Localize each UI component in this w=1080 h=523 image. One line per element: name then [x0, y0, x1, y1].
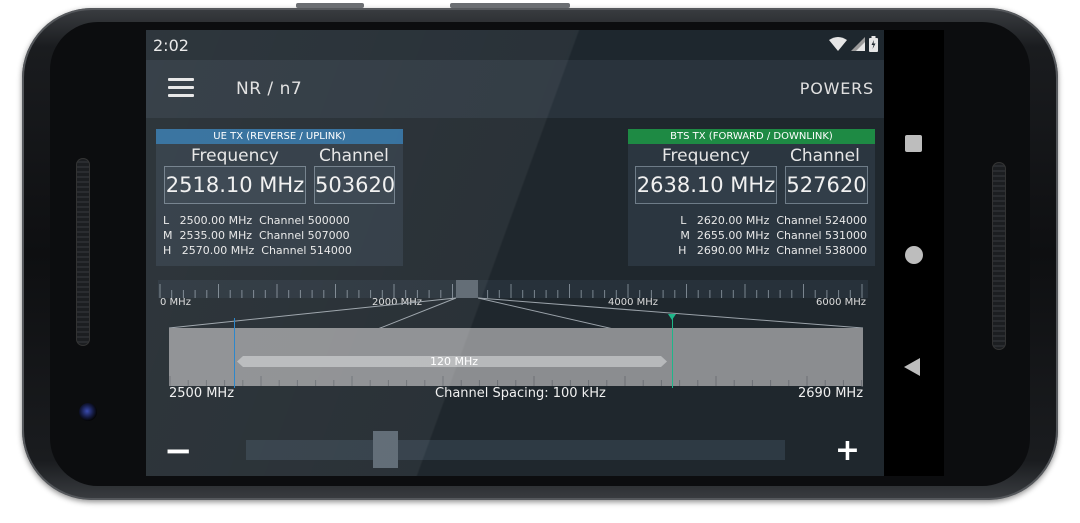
ruler-label-2000: 2000 MHz: [372, 297, 423, 308]
zoom-slider-thumb[interactable]: [373, 431, 398, 468]
status-time: 2:02: [153, 36, 189, 55]
bts-high-row: H 2690.00 MHz Channel 538000: [678, 244, 867, 257]
screen: 2:02 NR / n7 POWERS UE TX (REVERSE / UPL…: [146, 30, 944, 476]
ruler-visible-range[interactable]: [456, 280, 478, 298]
ue-mid-row: M 2535.00 MHz Channel 507000: [163, 229, 350, 242]
square-icon[interactable]: [905, 135, 922, 152]
ue-frequency-label: Frequency: [191, 146, 279, 166]
ue-column-labels: Frequency Channel: [156, 144, 403, 166]
ruler-label-6000: 6000 MHz: [816, 297, 867, 308]
zoom-in-button[interactable]: +: [835, 436, 860, 466]
bts-frequency-label: Frequency: [662, 146, 750, 166]
bts-channel-label: Channel: [790, 146, 860, 166]
ruler-label-4000: 4000 MHz: [608, 297, 659, 308]
status-icons: [829, 36, 878, 52]
bts-tx-panel: BTS TX (FORWARD / DOWNLINK) Frequency Ch…: [628, 129, 875, 266]
circle-icon[interactable]: [905, 246, 923, 264]
bts-channel-input[interactable]: 527620: [785, 166, 868, 204]
ue-low-row: L 2500.00 MHz Channel 500000: [163, 214, 350, 227]
ue-tx-header: UE TX (REVERSE / UPLINK): [156, 129, 403, 144]
menu-icon[interactable]: [168, 78, 194, 98]
volume-button: [450, 3, 570, 8]
downlink-marker-icon: [668, 314, 676, 320]
nav-bar: [884, 30, 944, 476]
status-bar: 2:02: [146, 30, 884, 60]
ue-channel-label: Channel: [319, 146, 389, 166]
ue-frequency-input[interactable]: 2518.10 MHz: [164, 166, 306, 204]
zoom-out-button[interactable]: −: [164, 434, 193, 468]
bts-mid-row: M 2655.00 MHz Channel 531000: [680, 229, 867, 242]
page-title: NR / n7: [236, 79, 303, 99]
app-bar: NR / n7 POWERS: [146, 60, 884, 118]
bts-band-limits: L 2620.00 MHz Channel 524000 M 2655.00 M…: [678, 213, 867, 258]
front-camera: [79, 403, 97, 421]
uplink-marker: [234, 318, 235, 388]
signal-icon: [851, 37, 865, 51]
zoom-left-label: 2500 MHz: [169, 386, 235, 401]
ue-high-row: H 2570.00 MHz Channel 514000: [163, 244, 352, 257]
ue-band-limits: L 2500.00 MHz Channel 500000 M 2535.00 M…: [163, 213, 352, 258]
zoom-ticks: [169, 376, 863, 386]
ue-tx-panel: UE TX (REVERSE / UPLINK) Frequency Chann…: [156, 129, 403, 266]
ruler-label-0: 0 MHz: [160, 297, 191, 308]
power-button: [296, 3, 364, 8]
wifi-icon: [829, 37, 847, 51]
ue-channel-input[interactable]: 503620: [314, 166, 395, 204]
duplex-spacing-label: 120 MHz: [430, 355, 479, 368]
downlink-marker: [672, 318, 673, 388]
bts-low-row: L 2620.00 MHz Channel 524000: [680, 214, 867, 227]
bts-column-labels: Frequency Channel: [628, 144, 875, 166]
bts-tx-header: BTS TX (FORWARD / DOWNLINK): [628, 129, 875, 144]
back-icon[interactable]: [904, 358, 920, 376]
spectrum-ruler[interactable]: 0 MHz 2000 MHz 4000 MHz 6000 MHz: [158, 280, 868, 310]
zoom-slider[interactable]: [246, 440, 785, 460]
powers-button[interactable]: POWERS: [800, 79, 874, 98]
bts-frequency-input[interactable]: 2638.10 MHz: [635, 166, 777, 204]
speaker-grille-left: [76, 158, 90, 346]
ruler-ticks: [159, 284, 863, 298]
battery-icon: [869, 36, 878, 52]
zoom-right-label: 2690 MHz: [798, 386, 864, 401]
speaker-grille-right: [992, 162, 1006, 350]
main-content: UE TX (REVERSE / UPLINK) Frequency Chann…: [146, 118, 884, 476]
channel-spacing-label: Channel Spacing: 100 kHz: [435, 386, 606, 401]
